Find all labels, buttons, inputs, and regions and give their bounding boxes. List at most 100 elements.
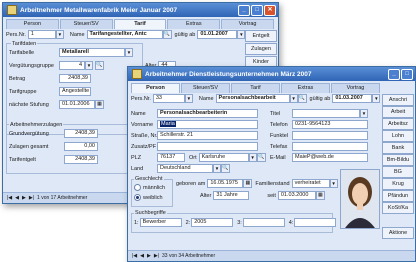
minimize-icon[interactable]: _ bbox=[238, 4, 250, 16]
suchbegriffe-label: Suchbegriffe bbox=[135, 209, 166, 216]
maximize-icon[interactable]: □ bbox=[251, 4, 263, 16]
minimize-icon[interactable]: _ bbox=[388, 68, 400, 80]
titel-field[interactable] bbox=[292, 109, 360, 118]
tab-tarif[interactable]: Tarif bbox=[113, 19, 167, 29]
naechste-stufung-field[interactable]: 01.01.2006 bbox=[59, 100, 95, 109]
name-field[interactable]: Tarifangestellter, Antc bbox=[86, 30, 163, 39]
chevron-down-icon[interactable]: ▼ bbox=[360, 109, 368, 118]
suchbegriff-4-field[interactable] bbox=[294, 218, 337, 227]
ort-field[interactable]: Karlsruhe bbox=[198, 153, 249, 162]
telefax-field[interactable] bbox=[292, 142, 368, 151]
bank-button[interactable]: Bank bbox=[382, 142, 414, 154]
arbeitszeit-button[interactable]: Arbeitsz bbox=[382, 118, 414, 130]
tab-vortrag[interactable]: Vortrag bbox=[221, 19, 274, 29]
telefon-field[interactable]: 0231-9564123 bbox=[292, 120, 368, 129]
prev-record-icon[interactable]: ◀ bbox=[15, 195, 19, 201]
plz-field[interactable]: 76137 bbox=[157, 153, 185, 162]
field-label: Telefon bbox=[270, 121, 288, 128]
vorname-field[interactable]: Maria bbox=[160, 121, 176, 127]
calendar-icon[interactable]: ▦ bbox=[95, 100, 104, 109]
last-record-icon[interactable]: ▶| bbox=[29, 195, 34, 201]
calendar-icon[interactable]: ▦ bbox=[315, 191, 325, 200]
field-label: Straße, Nr. bbox=[131, 132, 158, 139]
tab-extras[interactable]: Extras bbox=[281, 83, 330, 93]
search-icon[interactable]: 🔍 bbox=[162, 30, 172, 39]
field-label: nächste Stufung bbox=[9, 101, 49, 108]
weiblich-radio[interactable] bbox=[134, 194, 141, 201]
chevron-down-icon[interactable]: ▼ bbox=[125, 48, 133, 57]
tab-vortrag[interactable]: Vortrag bbox=[331, 83, 380, 93]
chevron-down-icon[interactable]: ▼ bbox=[248, 153, 257, 162]
pers-nr-field[interactable]: 1 bbox=[27, 30, 56, 39]
maennlich-radio[interactable] bbox=[134, 184, 141, 191]
tarifabelle-field[interactable]: Metallarell bbox=[59, 48, 125, 57]
suchbegriff-2-field[interactable]: 2005 bbox=[191, 218, 234, 227]
entgelt-button[interactable]: Entgelt bbox=[245, 30, 277, 42]
search-icon[interactable]: 🔍 bbox=[256, 153, 266, 162]
familienstand-field[interactable]: verheiratet bbox=[291, 179, 330, 188]
chevron-down-icon[interactable]: ▼ bbox=[372, 94, 381, 103]
maximize-icon[interactable]: □ bbox=[401, 68, 413, 80]
back-window-titlebar[interactable]: Arbeitnehmer Metallwarenfabrik Meier Jan… bbox=[3, 3, 278, 17]
suchbegriff-1-field[interactable]: Bewerber bbox=[139, 218, 182, 227]
zulagen-button[interactable]: Zulagen bbox=[245, 43, 277, 55]
suchbegriff-number: 1: bbox=[134, 219, 139, 226]
first-record-icon[interactable]: |◀ bbox=[7, 195, 12, 201]
suchbegriff-3-field[interactable] bbox=[242, 218, 285, 227]
land-field[interactable]: Deutschland bbox=[157, 164, 213, 173]
close-icon[interactable]: ✕ bbox=[264, 4, 276, 16]
last-record-icon[interactable]: ▶| bbox=[154, 253, 159, 259]
chevron-down-icon[interactable]: ▼ bbox=[329, 179, 338, 188]
summary-label: Tarifentgelt bbox=[9, 156, 36, 163]
name-label: Name bbox=[198, 95, 214, 102]
tarifgruppe-field[interactable]: Angestellte bbox=[59, 87, 91, 96]
verguetungsgruppe-field[interactable]: 4 bbox=[59, 61, 85, 70]
name-field[interactable]: Personalsachbearbeit bbox=[215, 94, 290, 103]
first-record-icon[interactable]: |◀ bbox=[132, 253, 137, 259]
aktionen-button[interactable]: Aktione bbox=[382, 227, 414, 239]
tab-person[interactable]: Person bbox=[6, 19, 59, 29]
person-photo-icon bbox=[341, 170, 379, 228]
tab-steuer-sv[interactable]: Steuer/SV bbox=[181, 83, 230, 93]
calendar-icon[interactable]: ▦ bbox=[243, 179, 253, 188]
kost-button[interactable]: KoSt/Ka bbox=[382, 202, 414, 214]
tab-tarif[interactable]: Tarif bbox=[231, 83, 280, 93]
search-icon[interactable]: 🔍 bbox=[221, 164, 230, 173]
tab-extras[interactable]: Extras bbox=[167, 19, 221, 29]
pfaendung-button[interactable]: Pfändun bbox=[382, 190, 414, 202]
tab-person[interactable]: Person bbox=[131, 83, 180, 93]
strasse-field[interactable]: Schillerstr. 21 bbox=[157, 131, 258, 140]
arbeit-button[interactable]: Arbeit bbox=[382, 106, 414, 118]
chevron-down-icon[interactable]: ▼ bbox=[289, 94, 298, 103]
chevron-down-icon[interactable]: ▼ bbox=[213, 164, 221, 173]
next-record-icon[interactable]: ▶ bbox=[147, 253, 151, 259]
tarifdaten-label: Tarifdaten bbox=[12, 40, 37, 47]
funktel-field[interactable] bbox=[292, 131, 368, 140]
krug-button[interactable]: Krug bbox=[382, 178, 414, 190]
gueltig-field[interactable]: 01.03.2007 bbox=[332, 94, 373, 103]
seit-field[interactable]: 01.03.2000 bbox=[277, 191, 316, 200]
bm-bildung-button[interactable]: Bm-Bildu bbox=[382, 154, 414, 166]
front-window-titlebar[interactable]: Arbeitnehmer Dienstleistungsunternehmen … bbox=[128, 67, 415, 81]
search-icon[interactable]: 🔍 bbox=[297, 94, 307, 103]
chevron-down-icon[interactable]: ▼ bbox=[55, 30, 64, 39]
bg-button[interactable]: BG bbox=[382, 166, 414, 178]
anschrift-button[interactable]: Anschri bbox=[382, 94, 414, 106]
email-field[interactable]: MaieP@web.de bbox=[292, 153, 368, 162]
prev-record-icon[interactable]: ◀ bbox=[140, 253, 144, 259]
search-icon[interactable]: 🔍 bbox=[95, 61, 104, 70]
field-label: Vorname bbox=[131, 121, 154, 128]
geboren-field[interactable]: 16.05.1975 bbox=[207, 179, 244, 188]
zusatz-field[interactable] bbox=[157, 142, 258, 151]
lohn-button[interactable]: Lohn bbox=[382, 130, 414, 142]
seit-label: seit bbox=[267, 192, 276, 199]
pers-nr-field[interactable]: 33 bbox=[152, 94, 185, 103]
chevron-down-icon[interactable]: ▼ bbox=[85, 61, 93, 70]
nachname-field[interactable]: Personalsachbearbeiterin bbox=[157, 109, 258, 118]
betrag-field[interactable]: 2408,39 bbox=[59, 74, 91, 83]
back-header-row: Pers.Nr. 1 ▼ Name Tarifangestellter, Ant… bbox=[6, 30, 246, 39]
next-record-icon[interactable]: ▶ bbox=[22, 195, 26, 201]
chevron-down-icon[interactable]: ▼ bbox=[184, 94, 193, 103]
gueltig-field[interactable]: 01.01.2007 bbox=[197, 30, 238, 39]
tab-steuer-sv[interactable]: Steuer/SV bbox=[59, 19, 113, 29]
